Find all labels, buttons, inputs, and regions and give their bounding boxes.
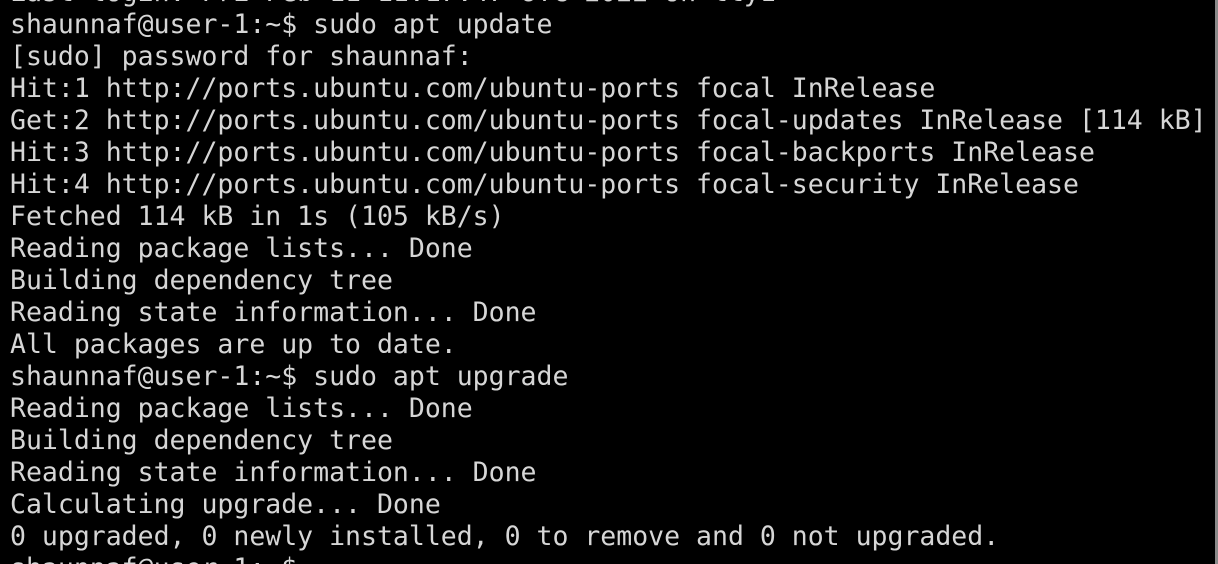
terminal-line-output: Building dependency tree: [10, 425, 393, 456]
terminal-line-output: 0 upgraded, 0 newly installed, 0 to remo…: [10, 521, 1000, 552]
terminal-line-output: Get:2 http://ports.ubuntu.com/ubuntu-por…: [10, 105, 1207, 136]
terminal-line-output: Reading package lists... Done: [10, 393, 473, 424]
terminal-line-sudo-password-prompt: [sudo] password for shaunnaf:: [10, 41, 473, 72]
terminal-line-command-apt-update: shaunnaf@user-1:~$ sudo apt update: [10, 9, 553, 40]
terminal-line-last-login: Last login: Fri Feb 11 11:17:47 UTC 2022…: [10, 0, 1207, 9]
terminal-line-output: Calculating upgrade... Done: [10, 489, 441, 520]
terminal-output: Last login: Fri Feb 11 11:17:47 UTC 2022…: [10, 0, 1207, 564]
terminal-line-output: Fetched 114 kB in 1s (105 kB/s): [10, 201, 505, 232]
terminal-line-output: Hit:1 http://ports.ubuntu.com/ubuntu-por…: [10, 73, 936, 104]
terminal-line-output: Hit:4 http://ports.ubuntu.com/ubuntu-por…: [10, 169, 1079, 200]
terminal-line-output: Hit:3 http://ports.ubuntu.com/ubuntu-por…: [10, 137, 1095, 168]
terminal-line-command-apt-upgrade: shaunnaf@user-1:~$ sudo apt upgrade: [10, 361, 569, 392]
terminal-line-output: Building dependency tree: [10, 265, 393, 296]
terminal-line-prompt[interactable]: shaunnaf@user-1:~$: [10, 553, 1207, 564]
terminal-line-output: Reading state information... Done: [10, 297, 537, 328]
terminal-line-output: Reading state information... Done: [10, 457, 537, 488]
terminal-line-output: Reading package lists... Done: [10, 233, 473, 264]
terminal-line-output: All packages are up to date.: [10, 329, 457, 360]
terminal-window[interactable]: Last login: Fri Feb 11 11:17:47 UTC 2022…: [0, 0, 1218, 564]
